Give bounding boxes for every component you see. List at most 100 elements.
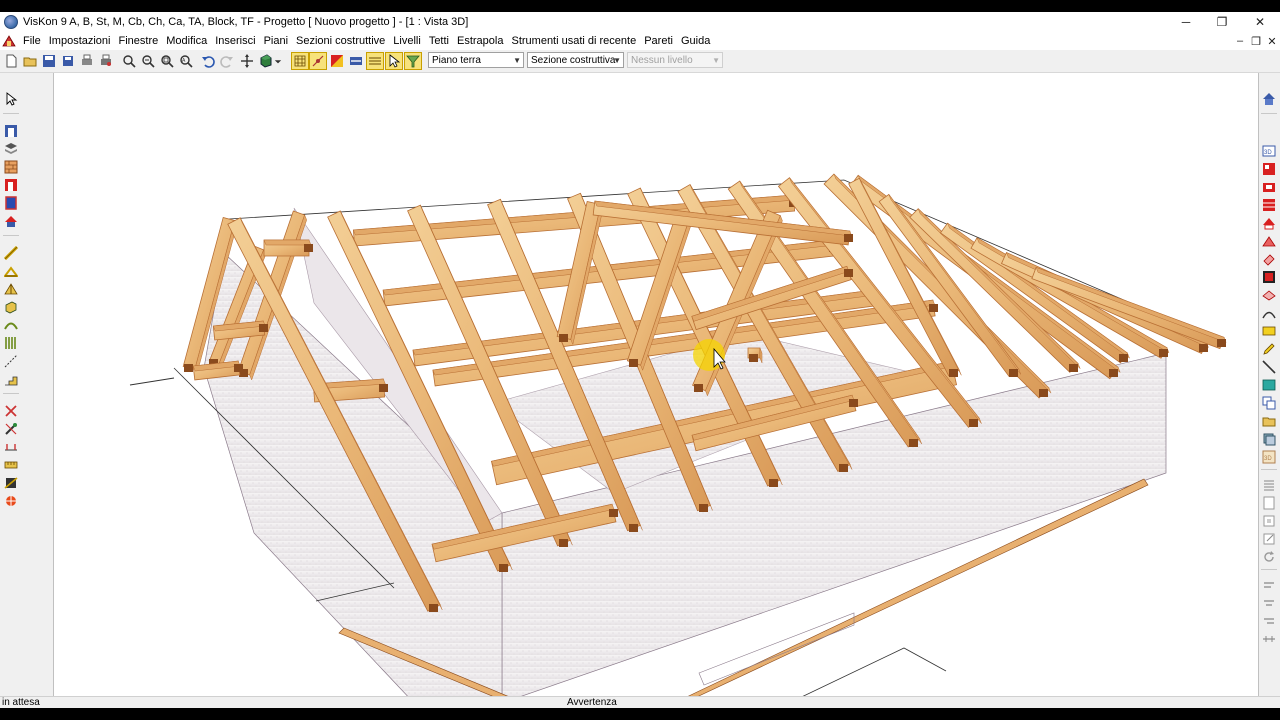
list-view-icon[interactable] (1261, 477, 1277, 493)
zoom-window-icon[interactable] (159, 53, 175, 69)
dormer-post-2-end (629, 359, 638, 367)
menu-livelli[interactable]: Livelli (389, 35, 425, 47)
measure-icon[interactable] (3, 457, 19, 473)
zoom-all-icon[interactable]: A (178, 53, 194, 69)
zoom-out-icon[interactable] (140, 53, 156, 69)
dotted-line-icon[interactable] (3, 353, 19, 369)
menu-impostazioni[interactable]: Impostazioni (45, 35, 115, 47)
staircase-icon[interactable] (3, 371, 19, 387)
open-folder-icon[interactable] (22, 53, 38, 69)
delete-cross-icon[interactable] (3, 403, 19, 419)
section-cut-icon[interactable] (3, 475, 19, 491)
minimize-button[interactable]: ─ (1168, 12, 1204, 32)
arch-icon[interactable] (3, 317, 19, 333)
brick-grid-icon[interactable] (3, 159, 19, 175)
menu-inserisci[interactable]: Inserisci (211, 35, 259, 47)
roof-icon[interactable] (1261, 215, 1277, 231)
3d-view-dropdown-icon[interactable] (273, 53, 283, 69)
mdi-restore-button[interactable]: ❐ (1248, 32, 1264, 50)
align-center-icon[interactable] (1261, 595, 1277, 611)
export-icon[interactable] (1261, 531, 1277, 547)
menu-tetti[interactable]: Tetti (425, 35, 453, 47)
layers-icon[interactable] (3, 141, 19, 157)
align-left-icon[interactable] (1261, 577, 1277, 593)
chimney-icon[interactable] (1261, 197, 1277, 213)
eraser-icon[interactable] (1261, 251, 1277, 267)
restore-button[interactable]: ❐ (1204, 12, 1240, 32)
house-settings-icon[interactable] (1261, 91, 1277, 107)
inner-purlin-end (849, 399, 858, 407)
roof-edit-icon[interactable] (1261, 269, 1277, 285)
right-rafter-5-end (1159, 349, 1168, 357)
hatch-icon[interactable] (366, 52, 384, 70)
menu-sezioni-costruttive[interactable]: Sezioni costruttive (292, 35, 389, 47)
3d-viewport[interactable] (53, 73, 1259, 703)
pointer-select-icon[interactable] (3, 91, 19, 107)
roof-window-icon[interactable] (1261, 161, 1277, 177)
section-select[interactable]: Sezione costruttiva ▼ (527, 52, 624, 68)
purlin-icon[interactable] (3, 263, 19, 279)
line-tool-icon[interactable] (1261, 359, 1277, 375)
redo-icon[interactable] (219, 53, 235, 69)
post-row-icon[interactable] (3, 335, 19, 351)
dormer-icon[interactable] (1261, 179, 1277, 195)
menu-file[interactable]: File (19, 35, 45, 47)
main-rafter-2-end (499, 564, 508, 572)
render-icon[interactable]: 3D (1261, 449, 1277, 465)
window-frame-icon[interactable] (3, 177, 19, 193)
close-button[interactable]: ✕ (1242, 12, 1278, 32)
frame-icon[interactable] (1261, 513, 1277, 529)
yellow-panel-icon[interactable] (1261, 323, 1277, 339)
folder-icon[interactable] (1261, 413, 1277, 429)
select-cursor-icon[interactable] (385, 52, 403, 70)
layer-stack-icon[interactable] (1261, 431, 1277, 447)
hip-roof-icon[interactable] (1261, 287, 1277, 303)
menu-piani[interactable]: Piani (260, 35, 292, 47)
pan-move-icon[interactable] (239, 53, 255, 69)
save-all-icon[interactable] (60, 53, 76, 69)
door-icon[interactable] (3, 195, 19, 211)
roof-house-icon[interactable] (3, 213, 19, 229)
dormer-post-1-end (559, 334, 568, 342)
fill-color-icon[interactable] (329, 53, 345, 69)
save-icon[interactable] (41, 53, 57, 69)
view-3d-icon[interactable]: 3D (1261, 143, 1277, 159)
pencil-icon[interactable] (1261, 341, 1277, 357)
dimension-icon[interactable] (3, 439, 19, 455)
3d-view-icon[interactable] (258, 53, 274, 69)
menu-strumenti-recenti[interactable]: Strumenti usati di recente (507, 35, 640, 47)
print-preview-icon[interactable] (79, 53, 95, 69)
move-arrows-icon[interactable] (3, 493, 19, 509)
undo-icon[interactable] (200, 53, 216, 69)
refresh-icon[interactable] (1261, 549, 1277, 565)
snap-points-icon[interactable] (309, 52, 327, 70)
menu-modifica[interactable]: Modifica (162, 35, 211, 47)
layer-filter-icon[interactable] (404, 52, 422, 70)
truss-icon[interactable] (3, 281, 19, 297)
floor-select[interactable]: Piano terra ▼ (428, 52, 524, 68)
teal-box-icon[interactable] (1261, 377, 1277, 393)
menu-finestre[interactable]: Finestre (115, 35, 163, 47)
copy-icon[interactable] (1261, 395, 1277, 411)
app-window: VisKon 9 A, B, St, M, Cb, Ch, Ca, TA, Bl… (0, 12, 1280, 708)
menu-estrapola[interactable]: Estrapola (453, 35, 507, 47)
new-file-icon[interactable] (3, 53, 19, 69)
distribute-icon[interactable] (1261, 631, 1277, 647)
gable-block-4-end (379, 384, 388, 392)
mdi-minimize-button[interactable]: ‒ (1232, 32, 1248, 50)
wall-icon[interactable] (3, 123, 19, 139)
gable-icon[interactable] (1261, 233, 1277, 249)
beam-box-icon[interactable] (3, 299, 19, 315)
curve-icon[interactable] (1261, 305, 1277, 321)
line-style-icon[interactable] (348, 53, 364, 69)
page-icon[interactable] (1261, 495, 1277, 511)
tools-icon[interactable] (3, 421, 19, 437)
grid-snap-icon[interactable] (291, 52, 309, 70)
rafter-icon[interactable] (3, 245, 19, 261)
menu-guida[interactable]: Guida (677, 35, 714, 47)
mdi-close-button[interactable]: ✕ (1264, 32, 1280, 50)
align-right-icon[interactable] (1261, 613, 1277, 629)
zoom-icon[interactable] (121, 53, 137, 69)
menu-pareti[interactable]: Pareti (640, 35, 677, 47)
print-icon[interactable] (98, 53, 114, 69)
